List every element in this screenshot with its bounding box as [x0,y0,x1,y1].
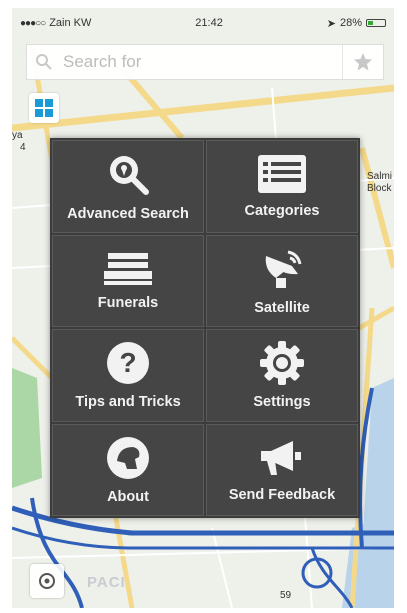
menu-label: Categories [244,203,320,220]
status-bar: ●●●○○ Zain KW 21:42 ➤ 28% [12,8,394,38]
search-input[interactable] [61,51,342,73]
help-icon: ? [107,342,149,385]
main-menu: Advanced Search Categories Funerals Sate… [50,138,360,518]
satellite-icon [265,250,302,288]
location-icon: ➤ [326,17,336,30]
menu-item-send-feedback[interactable]: Send Feedback [206,423,358,516]
carrier-name: Zain KW [49,17,92,29]
phone-screen: Salmi Block ya 4 59 ●●●○○ Zain KW 21:42 … [12,8,394,608]
menu-label: Tips and Tricks [75,394,181,411]
advanced-search-icon [110,156,149,196]
menu-item-about[interactable]: About [52,423,204,516]
about-icon [107,436,149,479]
map-label-4: 4 [20,142,26,153]
search-bar [26,44,384,80]
star-icon [354,53,372,71]
menu-item-satellite[interactable]: Satellite [206,234,358,327]
battery-percent: 28% [339,17,362,29]
paci-logo: PACI [87,574,126,591]
favorites-button[interactable] [342,45,383,79]
menu-label: Funerals [97,294,159,311]
categories-icon [258,155,306,194]
megaphone-icon [261,440,301,475]
map-label-59: 59 [280,590,292,601]
menu-item-settings[interactable]: Settings [206,329,358,422]
map-label-ya: ya [12,130,23,141]
signal-icon: ●●●○○ [20,17,46,29]
menu-label: Settings [253,394,311,411]
grid-icon [35,99,53,117]
menu-grid-button[interactable] [29,93,59,123]
svg-text:?: ? [119,347,136,378]
battery-icon [365,19,386,27]
menu-item-tips-and-tricks[interactable]: ? Tips and Tricks [52,329,204,422]
locate-me-button[interactable] [30,564,64,598]
map-label-block: Block [367,183,392,194]
menu-label: Send Feedback [228,486,336,503]
screenshot-frame: Salmi Block ya 4 59 ●●●○○ Zain KW 21:42 … [0,0,407,613]
menu-item-advanced-search[interactable]: Advanced Search [52,140,204,233]
status-time: 21:42 [195,17,223,29]
search-icon [27,53,61,71]
map-label-salmi: Salmi [367,171,393,182]
menu-item-categories[interactable]: Categories [206,140,358,233]
gear-icon [260,341,304,386]
funerals-icon [104,252,152,285]
menu-item-funerals[interactable]: Funerals [52,234,204,327]
menu-label: Satellite [254,299,310,316]
menu-label: About [107,488,149,505]
menu-label: Advanced Search [67,206,189,223]
location-target-icon [39,573,55,589]
